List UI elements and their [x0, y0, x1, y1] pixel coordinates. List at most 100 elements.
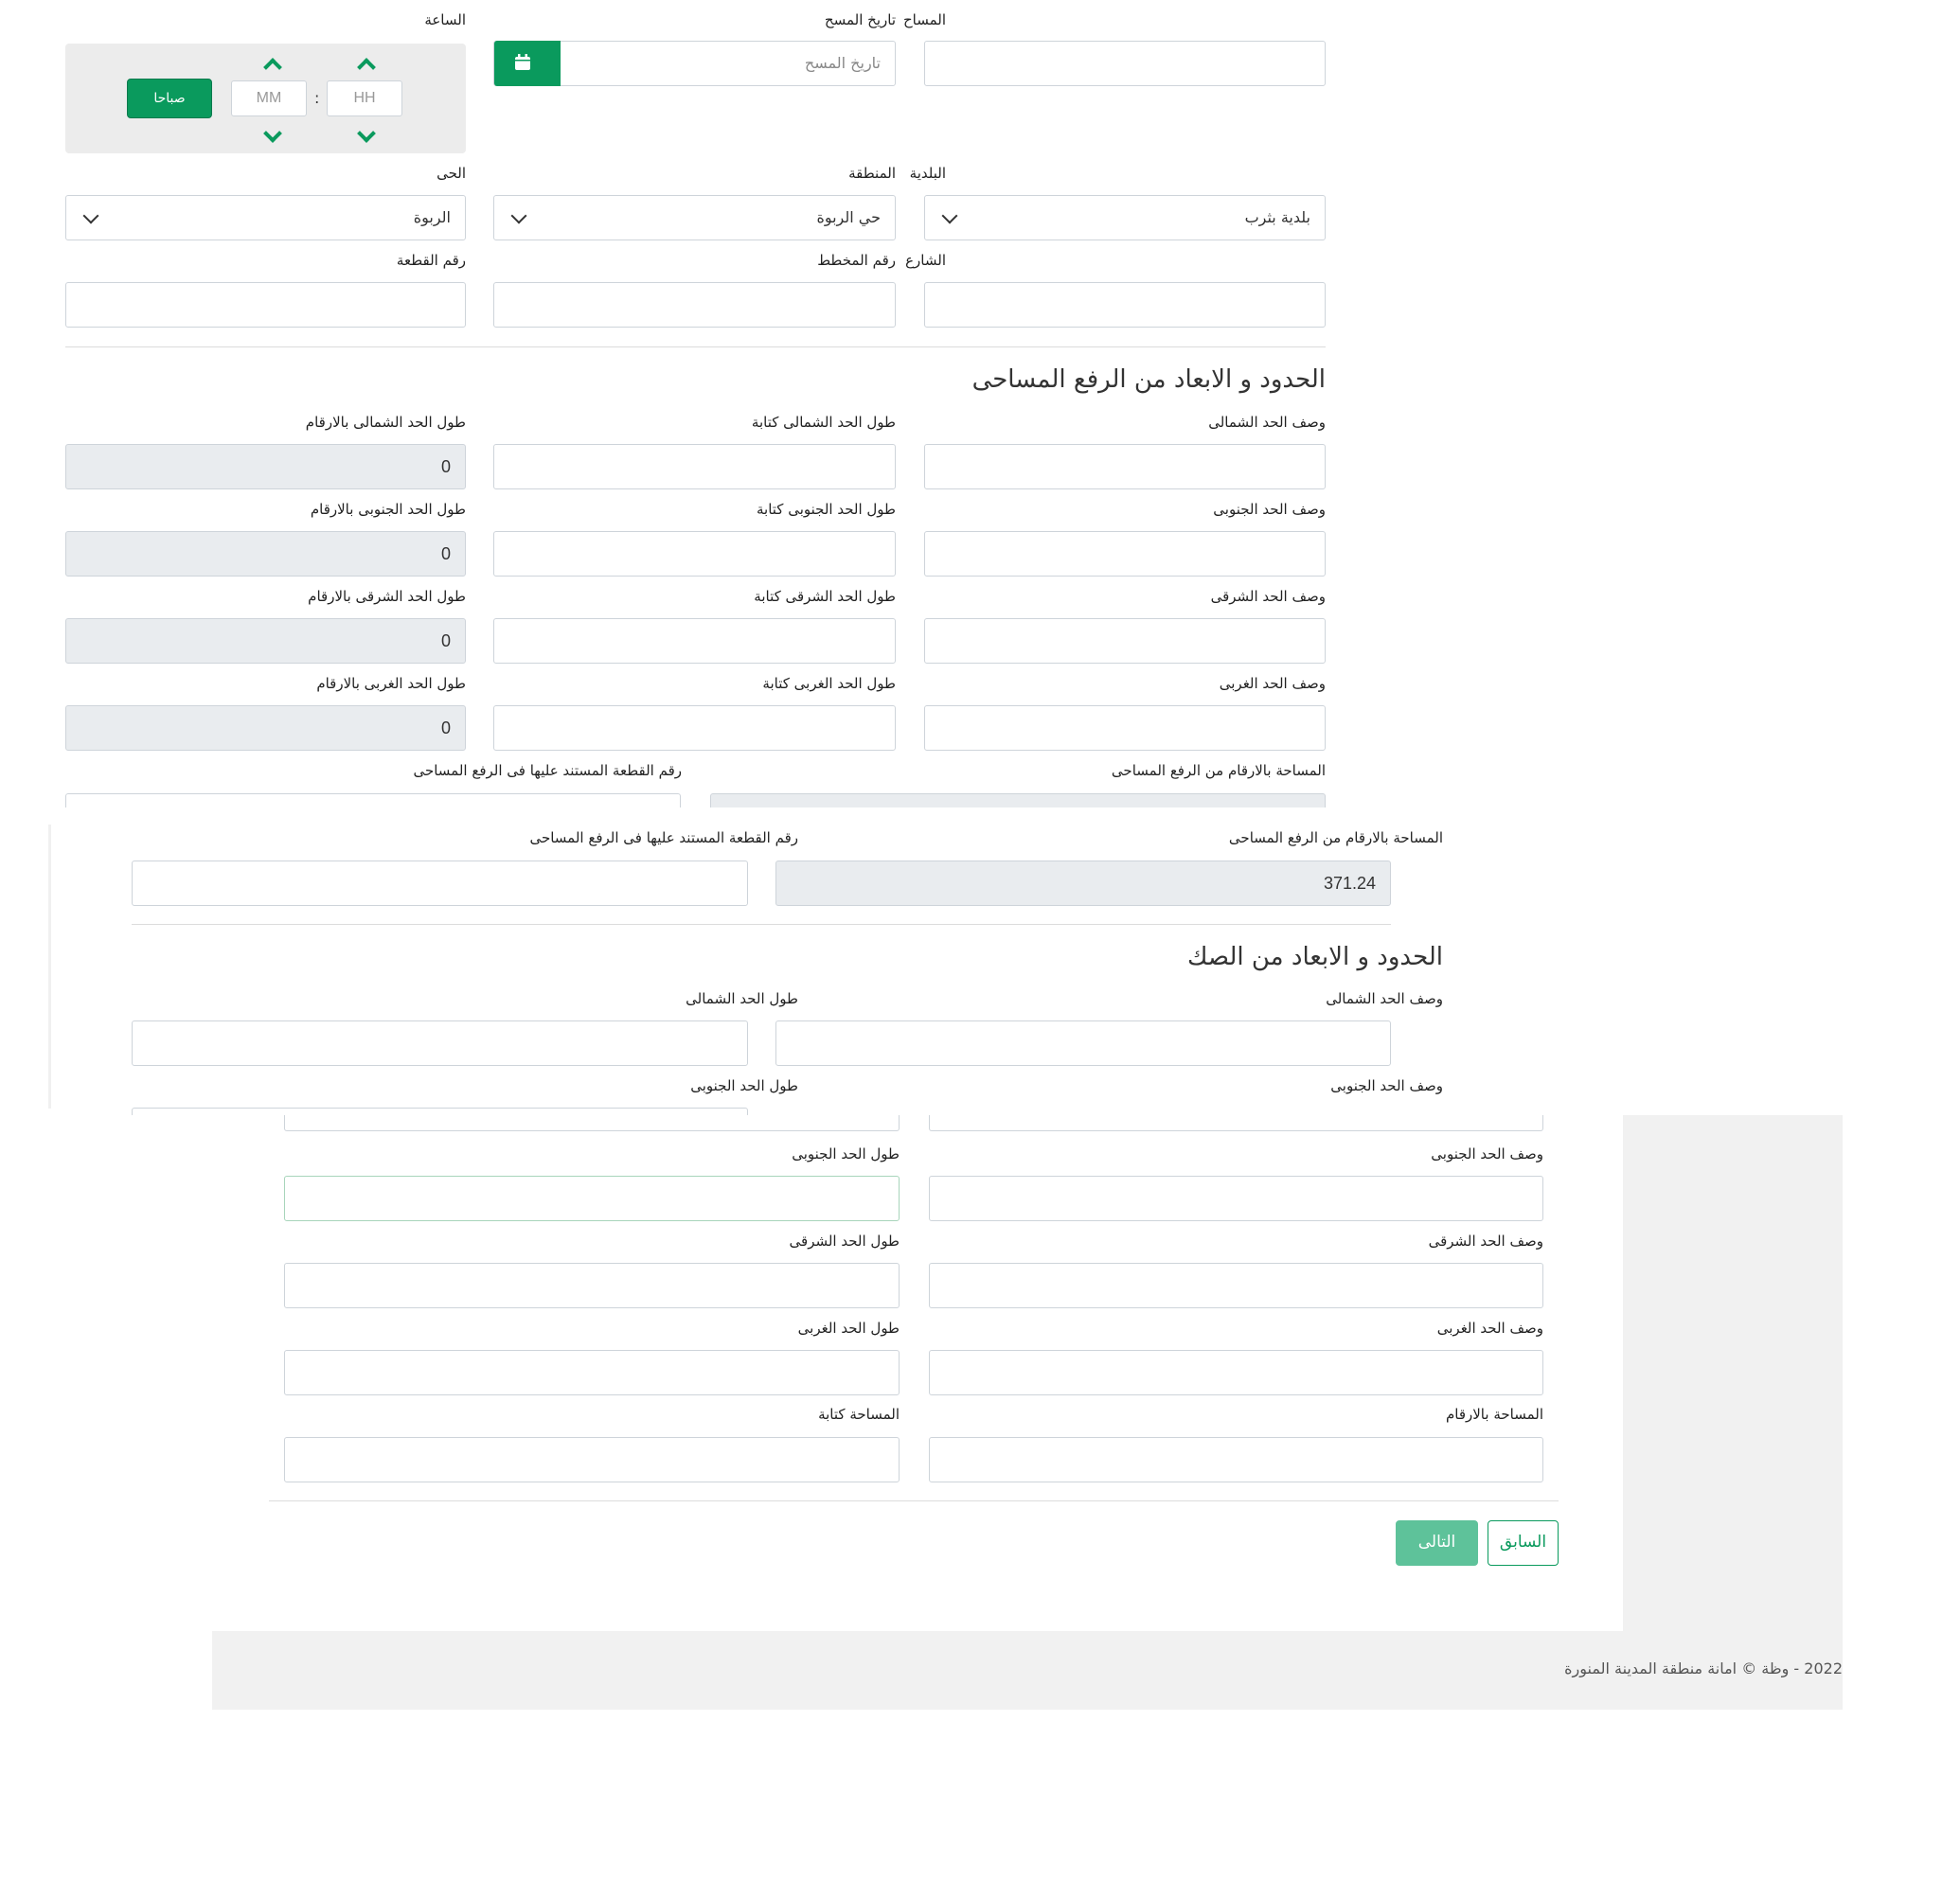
west-len-text-label: طول الحد الغربى كتابة: [762, 675, 896, 692]
ref-plot-label: رقم القطعة المستند عليها فى الرفع المساح…: [529, 829, 798, 846]
deed-south-len-label: طول الحد الجنوبى: [792, 1145, 900, 1162]
east-len-num-label: طول الحد الشرقى بالارقام: [308, 588, 466, 605]
deed-area-num-label: المساحة بالارقام: [1445, 1406, 1543, 1423]
deed-area-text-label: المساحة كتابة: [818, 1406, 900, 1423]
region-label: المنطقة: [848, 165, 896, 182]
plan-number-label: رقم المخطط: [817, 252, 896, 269]
calendar-button[interactable]: [494, 41, 561, 86]
hour-input[interactable]: HH: [327, 80, 402, 116]
minute-up-icon[interactable]: [357, 58, 376, 77]
west-desc-label: وصف الحد الغربى: [1219, 675, 1326, 692]
deed-west-len-input[interactable]: [284, 1350, 900, 1395]
deed-east-len-label: طول الحد الشرقى: [789, 1233, 900, 1250]
north-len-text-input[interactable]: [493, 444, 896, 489]
next-button[interactable]: التالى: [1396, 1520, 1478, 1566]
area-num-label: المساحة بالارقام من الرفع المساحى: [1111, 762, 1326, 779]
plot-number-input[interactable]: [65, 282, 466, 328]
north-len-num-label: طول الحد الشمالى بالارقام: [305, 414, 466, 431]
municipality-select[interactable]: بلدية بثرب: [924, 195, 1326, 240]
surveyor-input[interactable]: [924, 41, 1326, 86]
district-label: الحى: [437, 165, 466, 182]
survey-section-title: الحدود و الابعاد من الرفع المساحى: [971, 365, 1326, 394]
plot-number-label: رقم القطعة: [396, 252, 466, 269]
deed-area-num-input[interactable]: [929, 1437, 1543, 1482]
meridian-button[interactable]: صباحا: [127, 79, 212, 118]
partial-input[interactable]: [929, 1115, 1543, 1131]
south-len-text-label: طول الحد الجنوبى كتابة: [756, 501, 896, 518]
survey-date-placeholder: تاريخ المسح: [804, 54, 881, 72]
east-len-num-input[interactable]: 0: [65, 618, 466, 664]
minute-input[interactable]: MM: [231, 80, 307, 116]
hour-up-icon[interactable]: [263, 58, 282, 77]
east-len-text-input[interactable]: [493, 618, 896, 664]
footer-copyright: 2022 - وظة © امانة منطقة المدينة المنورة: [1564, 1659, 1843, 1677]
municipality-label: البلدية: [909, 165, 946, 182]
deed-east-desc-input[interactable]: [929, 1263, 1543, 1308]
area-num-input[interactable]: 371.24: [775, 861, 1391, 906]
west-len-text-input[interactable]: [493, 705, 896, 751]
divider: [132, 924, 1391, 925]
south-len-num-label: طول الحد الجنوبى بالارقام: [310, 501, 466, 518]
north-len-num-input[interactable]: 0: [65, 444, 466, 489]
north-len-text-label: طول الحد الشمالى كتابة: [751, 414, 896, 431]
chevron-down-icon: [510, 207, 527, 224]
south-len-text-input[interactable]: [493, 531, 896, 577]
deed-north-desc-input[interactable]: [775, 1020, 1391, 1066]
south-desc-input[interactable]: [924, 531, 1326, 577]
chevron-down-icon: [941, 207, 958, 224]
north-desc-label: وصف الحد الشمالى: [1208, 414, 1326, 431]
deed-south-len-label: طول الحد الجنوبى: [690, 1077, 798, 1094]
west-len-num-label: طول الحد الغربى بالارقام: [316, 675, 466, 692]
survey-date-input[interactable]: تاريخ المسح: [493, 41, 896, 86]
east-desc-label: وصف الحد الشرقى: [1210, 588, 1326, 605]
street-label: الشارع: [905, 252, 946, 269]
deed-south-desc-label: وصف الحد الجنوبى: [1330, 1077, 1443, 1094]
west-desc-input[interactable]: [924, 705, 1326, 751]
surveyor-label: المساح: [902, 11, 946, 28]
time-label: الساعة: [424, 11, 466, 28]
east-len-text-label: طول الحد الشرقى كتابة: [754, 588, 896, 605]
deed-south-desc-input[interactable]: [929, 1176, 1543, 1221]
middle-capture: المساحة بالارقام من الرفع المساحى 371.24…: [48, 807, 1443, 1117]
deed-east-desc-label: وصف الحد الشرقى: [1428, 1233, 1543, 1250]
municipality-value: بلدية بثرب: [1244, 208, 1310, 226]
area-num-label: المساحة بالارقام من الرفع المساحى: [1228, 829, 1443, 846]
region-select[interactable]: حي الربوة: [493, 195, 896, 240]
minute-down-icon[interactable]: [357, 124, 376, 143]
west-len-num-input[interactable]: 0: [65, 705, 466, 751]
ref-plot-input[interactable]: [132, 861, 748, 906]
region-value: حي الربوة: [816, 208, 881, 226]
deed-south-len-input[interactable]: [284, 1176, 900, 1221]
south-len-num-input[interactable]: 0: [65, 531, 466, 577]
chevron-down-icon: [82, 207, 99, 224]
deed-west-desc-input[interactable]: [929, 1350, 1543, 1395]
north-desc-input[interactable]: [924, 444, 1326, 489]
south-desc-label: وصف الحد الجنوبى: [1213, 501, 1326, 518]
divider: [65, 346, 1326, 347]
district-select[interactable]: الربوة: [65, 195, 466, 240]
deed-north-desc-label: وصف الحد الشمالى: [1326, 990, 1443, 1007]
deed-north-len-label: طول الحد الشمالى: [686, 990, 798, 1007]
plan-number-input[interactable]: [493, 282, 896, 328]
deed-east-len-input[interactable]: [284, 1263, 900, 1308]
district-value: الربوة: [413, 208, 451, 226]
ref-plot-label: رقم القطعة المستند عليها فى الرفع المساح…: [413, 762, 682, 779]
deed-west-desc-label: وصف الحد الغربى: [1436, 1320, 1543, 1337]
street-input[interactable]: [924, 282, 1326, 328]
time-separator: :: [314, 89, 320, 107]
survey-date-label: تاريخ المسح: [824, 11, 896, 28]
deed-area-text-input[interactable]: [284, 1437, 900, 1482]
bottom-capture: وصف الحد الجنوبى طول الحد الجنوبى وصف ال…: [131, 1115, 1623, 1631]
partial-input[interactable]: [284, 1115, 900, 1131]
deed-section-title: الحدود و الابعاد من الصك: [1187, 943, 1443, 971]
deed-west-len-label: طول الحد الغربى: [797, 1320, 900, 1337]
calendar-icon: [515, 54, 530, 70]
deed-south-desc-label: وصف الحد الجنوبى: [1431, 1145, 1543, 1162]
hour-down-icon[interactable]: [263, 124, 282, 143]
prev-button[interactable]: السابق: [1488, 1520, 1559, 1566]
deed-north-len-input[interactable]: [132, 1020, 748, 1066]
left-edge-shadow: [48, 825, 51, 1109]
east-desc-input[interactable]: [924, 618, 1326, 664]
time-picker: HH : MM صباحا: [65, 44, 466, 153]
divider: [269, 1500, 1559, 1501]
